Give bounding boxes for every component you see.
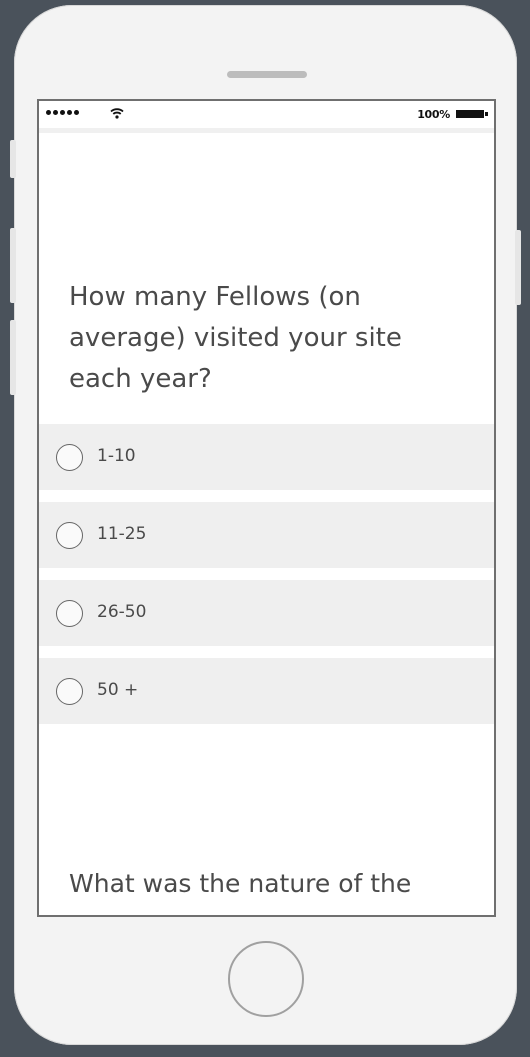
speaker-grille: [227, 71, 307, 78]
radio-button-icon[interactable]: [56, 600, 83, 627]
radio-button-icon[interactable]: [56, 678, 83, 705]
volume-up-button: [10, 228, 16, 303]
option-label: 1-10: [97, 446, 136, 466]
wifi-icon: [110, 108, 124, 119]
battery-icon: [456, 110, 484, 118]
next-question-text: What was the nature of the: [69, 869, 412, 898]
option-11-25[interactable]: 11-25: [39, 502, 494, 568]
option-1-10[interactable]: 1-10: [39, 424, 494, 490]
option-50-plus[interactable]: 50 +: [39, 658, 494, 724]
option-26-50[interactable]: 26-50: [39, 580, 494, 646]
volume-down-button: [10, 320, 16, 395]
side-button: [10, 140, 16, 178]
battery-tip: [485, 112, 488, 116]
phone-screen: 100% How many Fellows (on average) visit…: [37, 99, 496, 917]
home-button[interactable]: [228, 941, 304, 1017]
signal-strength-icon: [46, 110, 79, 115]
mockup-canvas: 100% How many Fellows (on average) visit…: [0, 0, 530, 1057]
power-button: [515, 230, 521, 305]
answer-options: 1-10 11-25 26-50 50 +: [39, 424, 494, 736]
option-label: 26-50: [97, 602, 147, 622]
status-bar: 100%: [39, 101, 494, 133]
radio-button-icon[interactable]: [56, 444, 83, 471]
option-label: 50 +: [97, 680, 139, 700]
question-text: How many Fellows (on average) visited yo…: [69, 282, 402, 394]
radio-button-icon[interactable]: [56, 522, 83, 549]
battery-percentage: 100%: [417, 108, 450, 121]
option-label: 11-25: [97, 524, 147, 544]
